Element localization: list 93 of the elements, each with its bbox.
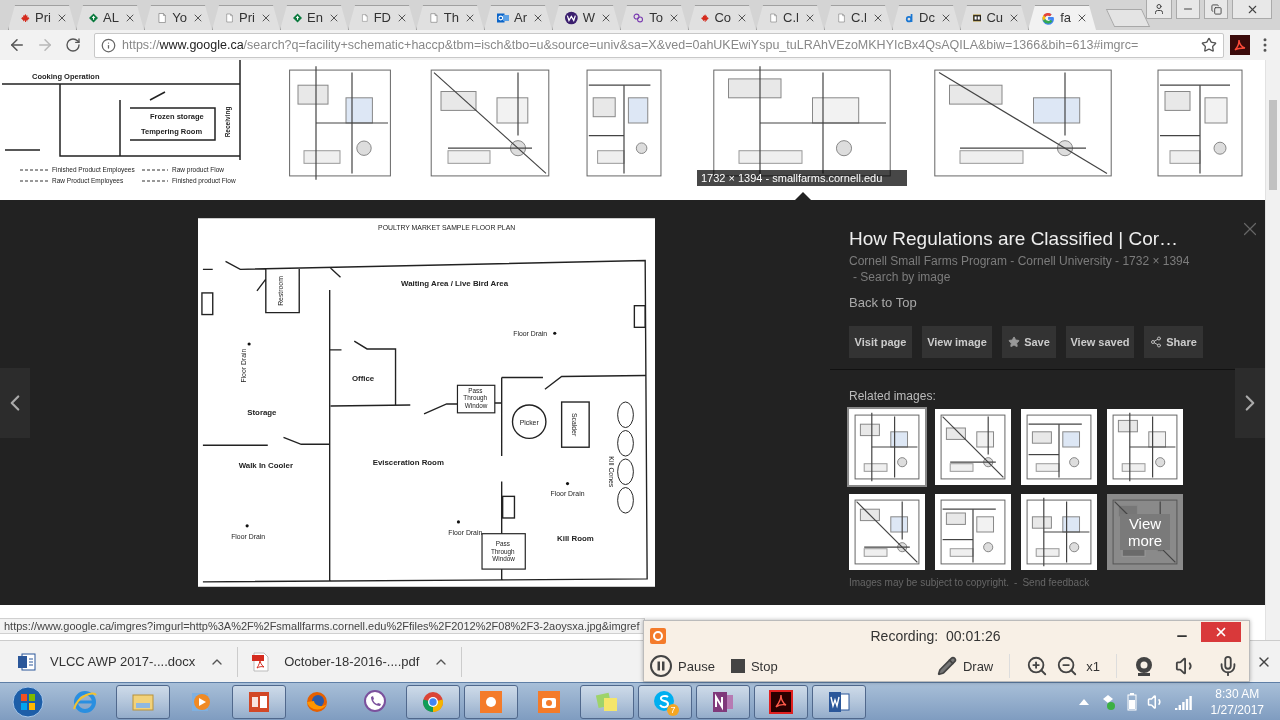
browser-tab[interactable]: C.l: [824, 5, 892, 30]
address-bar[interactable]: https://www.google.ca/search?q=facility+schematic+haccp&tbm=isch&tbo=u&source=univ&sa=X&ved=0ahUKEwiYspu_tuLRAhVEzoMKHYIcBx4QsAQILA&biw=1366&bih=613#imgrc=: [94, 32, 1224, 58]
related-images-heading: Related images:: [849, 389, 937, 403]
windows-orb-icon: [11, 684, 45, 719]
browser-tab[interactable]: fa: [1028, 5, 1096, 30]
record-icon: [478, 688, 504, 715]
drain-dot: [565, 482, 570, 486]
drain-dot: [553, 331, 557, 335]
image-title-link[interactable]: How Regulations are Classified | Cor…: [849, 228, 1235, 250]
pass-window-box: [481, 533, 526, 570]
stop-icon: [730, 659, 745, 673]
restore-button[interactable]: [1204, 0, 1228, 19]
separator-text: -: [1014, 577, 1018, 588]
browser-tab[interactable]: FD: [348, 5, 416, 30]
scrollbar[interactable]: [1265, 60, 1280, 640]
star-icon: [1008, 336, 1021, 348]
plan-label: Kill Room: [557, 533, 594, 543]
scrollbar-thumb[interactable]: [1269, 100, 1277, 190]
zoom-out-icon[interactable]: [1056, 655, 1079, 677]
clock-time: 8:30 AM: [1215, 685, 1260, 702]
taskbar-app-button[interactable]: [754, 684, 808, 719]
taskbar-app-button[interactable]: [464, 684, 518, 719]
view-more-label: View more: [1120, 514, 1170, 550]
pdf-file-icon: [252, 651, 271, 672]
pass-window-box: [456, 384, 496, 414]
person-icon: [1153, 3, 1165, 15]
taskbar-app-button[interactable]: [696, 684, 750, 719]
browser-tab[interactable]: Pri: [212, 5, 280, 30]
close-button[interactable]: [1201, 622, 1241, 642]
forward-icon: [36, 36, 54, 54]
word-file-icon: [18, 651, 36, 672]
record-icon: [650, 628, 666, 644]
phone-bubble-icon: [362, 688, 388, 715]
drain-dot: [247, 342, 251, 346]
close-icon: [1214, 625, 1228, 639]
browser-tab[interactable]: AL: [76, 5, 144, 30]
browser-tab[interactable]: Ar: [484, 5, 552, 30]
action-button[interactable]: Save: [1002, 326, 1056, 358]
image-source: Cornell Small Farms Program - Cornell University - 1732 × 1394: [849, 254, 1191, 268]
download-file-name[interactable]: October-18-2016-....pdf: [284, 654, 420, 669]
taskbar-app-button[interactable]: [232, 684, 286, 719]
search-by-image-link[interactable]: - Search by image: [853, 270, 1235, 284]
browser-tab[interactable]: Co: [688, 5, 756, 30]
browser-tab[interactable]: Th: [416, 5, 484, 30]
drain-dot: [456, 520, 460, 524]
action-button[interactable]: Visit page: [849, 326, 912, 358]
action-button[interactable]: View saved: [1066, 326, 1134, 358]
zoom-level: x1: [1086, 658, 1100, 674]
image-caption: 1732 × 1394 - smallfarms.cornell.edu: [697, 170, 907, 186]
reload-icon: [65, 37, 81, 53]
zigzag-circle-icon: [565, 9, 578, 26]
webcam-icon[interactable]: [1133, 655, 1155, 677]
browser-tab[interactable]: Yo: [144, 5, 212, 30]
copyright-note: Images may be subject to copyright.: [849, 577, 1010, 588]
close-button[interactable]: [1232, 0, 1272, 19]
browser-tab[interactable]: Cu: [960, 5, 1028, 30]
share-icon: [1150, 336, 1163, 348]
info-icon: [101, 37, 116, 53]
recording-status: Recording: 00:01:26: [869, 628, 1002, 644]
browser-tab[interactable]: En: [280, 5, 348, 30]
status-url: https://www.google.ca/imgres?imgurl=http%3A%2F%2Fsmallfarms.cornell.edu%2Ffiles%2F2012%2F08%2F3-2aoysxa.jpg&imgref: [0, 618, 645, 634]
plan-label: Waiting Area / Live Bird Area: [401, 279, 508, 289]
zoom-in-icon[interactable]: [1026, 655, 1049, 677]
action-button[interactable]: View image: [922, 326, 992, 358]
plan-label: Office: [351, 374, 375, 384]
browser-e-icon: [72, 688, 98, 715]
profile-button[interactable]: [1146, 0, 1172, 19]
plan-label: Walk In Cooler: [238, 460, 293, 470]
pdf-extension-icon[interactable]: [1230, 35, 1250, 55]
download-file-name[interactable]: VLCC AWP 2017-....docx: [50, 654, 196, 669]
pause-icon: [650, 655, 672, 677]
back-icon: [8, 36, 26, 54]
browser-tab[interactable]: Dc: [892, 5, 960, 30]
browser-tab[interactable]: To: [620, 5, 688, 30]
action-button[interactable]: Share: [1144, 326, 1203, 358]
draw-button[interactable]: Draw: [936, 656, 994, 676]
camera-icon: [536, 688, 562, 715]
stop-button[interactable]: Stop: [730, 658, 778, 674]
restore-icon: [1210, 3, 1222, 15]
taskbar-app-button[interactable]: [812, 684, 866, 719]
pdf-app-icon: [768, 688, 794, 715]
related-image-frame[interactable]: View more: [1105, 492, 1185, 572]
browser-tab[interactable]: Pri: [8, 5, 76, 30]
clock-date: 1/27/2017: [1210, 701, 1264, 718]
back-to-top-link[interactable]: Back to Top: [849, 295, 1235, 310]
bookmark-star-icon[interactable]: [1201, 37, 1217, 53]
browser-tab[interactable]: W: [552, 5, 620, 30]
pause-button[interactable]: Pause: [650, 655, 715, 677]
drain-dot: [245, 524, 249, 528]
browser-tab[interactable]: C.l: [756, 5, 824, 30]
pencil-icon: [936, 656, 957, 676]
plan-label: Evisceration Room: [372, 457, 444, 467]
plan-label: Storage: [247, 407, 277, 417]
